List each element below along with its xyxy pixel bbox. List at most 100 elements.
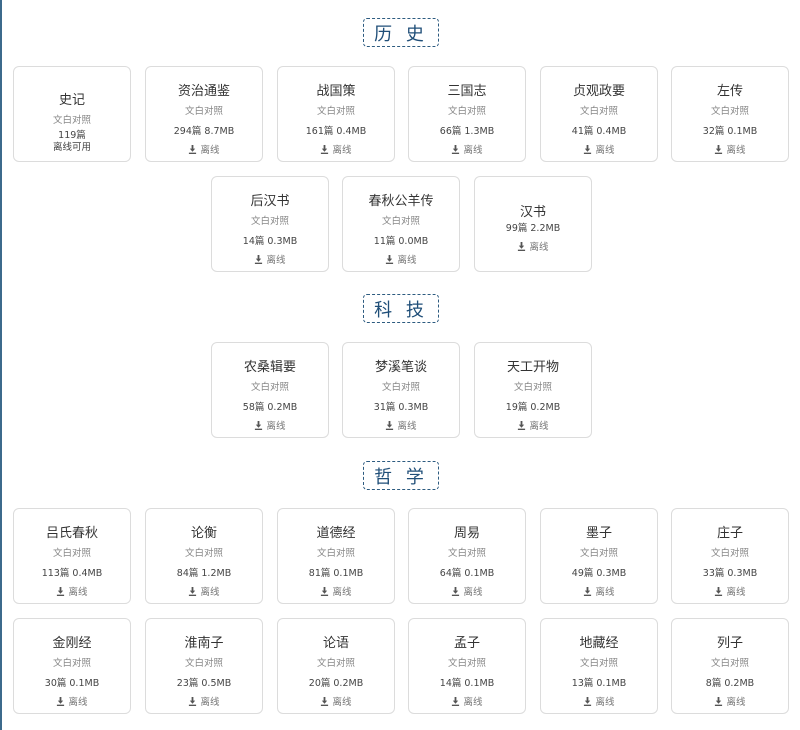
offline-download-button[interactable]: 离线 — [212, 418, 328, 432]
offline-label: 离线 — [200, 587, 220, 598]
book-title: 庄子 — [716, 526, 743, 541]
book-card-zhenguanzhengyao[interactable]: 贞观政要 文白对照 41篇 0.4MB 离线 — [540, 66, 658, 162]
offline-download-button[interactable]: 离线 — [541, 584, 657, 598]
book-subtitle: 文白对照 — [447, 658, 486, 669]
offline-label: 离线 — [266, 421, 286, 432]
offline-download-button[interactable]: 离线 — [343, 252, 459, 266]
book-title: 贞观政要 — [572, 84, 625, 99]
offline-download-button[interactable]: 离线 — [475, 418, 591, 432]
book-subtitle: 文白对照 — [710, 106, 749, 117]
book-title: 道德经 — [316, 526, 356, 541]
book-card-zizhitongjian[interactable]: 资治通鉴 文白对照 294篇 8.7MB 离线 — [145, 66, 263, 162]
book-stats: 161篇 0.4MB — [305, 126, 367, 137]
book-title: 左传 — [716, 84, 743, 99]
offline-download-button[interactable]: 离线 — [541, 694, 657, 708]
download-icon — [518, 420, 526, 430]
book-card-mengzi[interactable]: 孟子 文白对照 14篇 0.1MB 离线 — [408, 618, 526, 714]
book-card-chunqiugongyangzhuan[interactable]: 春秋公羊传 文白对照 11篇 0.0MB 离线 — [342, 176, 460, 272]
download-icon — [584, 586, 592, 596]
offline-label: 离线 — [726, 587, 746, 598]
book-card-lvshichunqiu[interactable]: 吕氏春秋 文白对照 113篇 0.4MB 离线 — [13, 508, 131, 604]
offline-download-button[interactable]: 离线 — [409, 142, 525, 156]
offline-download-button[interactable]: 离线 — [475, 239, 591, 253]
offline-download-button[interactable]: 离线 — [146, 142, 262, 156]
book-card-shiji[interactable]: 史记 文白对照 119篇 离线可用 — [13, 66, 131, 162]
offline-download-button[interactable]: 离线 — [672, 694, 788, 708]
book-card-dizangjing[interactable]: 地藏经 文白对照 13篇 0.1MB 离线 — [540, 618, 658, 714]
book-stats: 113篇 0.4MB — [41, 568, 103, 579]
offline-download-button[interactable]: 离线 — [343, 418, 459, 432]
book-card-lunheng[interactable]: 论衡 文白对照 84篇 1.2MB 离线 — [145, 508, 263, 604]
book-title: 后汉书 — [250, 194, 290, 209]
offline-label: 离线 — [332, 587, 352, 598]
book-card-liezi[interactable]: 列子 文白对照 8篇 0.2MB 离线 — [671, 618, 789, 714]
book-subtitle: 文白对照 — [52, 115, 91, 126]
book-card-zhouyi[interactable]: 周易 文白对照 64篇 0.1MB 离线 — [408, 508, 526, 604]
offline-status: 离线可用 — [52, 142, 91, 153]
book-card-zhanguoce[interactable]: 战国策 文白对照 161篇 0.4MB 离线 — [277, 66, 395, 162]
offline-label: 离线 — [529, 242, 549, 253]
book-title: 汉书 — [519, 205, 546, 220]
book-title: 资治通鉴 — [177, 84, 230, 99]
book-card-zuozhuan[interactable]: 左传 文白对照 32篇 0.1MB 离线 — [671, 66, 789, 162]
book-subtitle: 文白对照 — [316, 548, 355, 559]
offline-download-button[interactable]: 离线 — [278, 584, 394, 598]
book-title: 墨子 — [585, 526, 612, 541]
book-subtitle: 文白对照 — [513, 382, 552, 393]
offline-download-button[interactable]: 离线 — [278, 694, 394, 708]
book-card-jingangjing[interactable]: 金刚经 文白对照 30篇 0.1MB 离线 — [13, 618, 131, 714]
download-icon — [321, 586, 329, 596]
offline-download-button[interactable]: 离线 — [541, 142, 657, 156]
book-card-hanshu[interactable]: 汉书 99篇 2.2MB 离线 — [474, 176, 592, 272]
book-stats: 99篇 2.2MB — [505, 223, 561, 234]
offline-download-button[interactable]: 离线 — [672, 142, 788, 156]
book-stats: 13篇 0.1MB — [571, 678, 627, 689]
offline-download-button[interactable]: 离线 — [212, 252, 328, 266]
book-card-mozi[interactable]: 墨子 文白对照 49篇 0.3MB 离线 — [540, 508, 658, 604]
book-stats: 20篇 0.2MB — [308, 678, 364, 689]
book-subtitle: 文白对照 — [381, 216, 420, 227]
offline-download-button[interactable]: 离线 — [409, 584, 525, 598]
book-title: 农桑辑要 — [243, 360, 296, 375]
book-subtitle: 文白对照 — [710, 548, 749, 559]
offline-download-button[interactable]: 离线 — [146, 584, 262, 598]
offline-download-button[interactable]: 离线 — [409, 694, 525, 708]
book-card-zhuangzi[interactable]: 庄子 文白对照 33篇 0.3MB 离线 — [671, 508, 789, 604]
offline-label: 离线 — [68, 587, 88, 598]
book-card-lunyu[interactable]: 论语 文白对照 20篇 0.2MB 离线 — [277, 618, 395, 714]
book-card-nongsangjiyao[interactable]: 农桑辑要 文白对照 58篇 0.2MB 离线 — [211, 342, 329, 438]
book-card-daodejing[interactable]: 道德经 文白对照 81篇 0.1MB 离线 — [277, 508, 395, 604]
download-icon — [386, 420, 394, 430]
book-stats: 30篇 0.1MB — [44, 678, 100, 689]
offline-download-button[interactable]: 离线 — [14, 694, 130, 708]
offline-download-button[interactable]: 离线 — [278, 142, 394, 156]
book-card-mengxibitan[interactable]: 梦溪笔谈 文白对照 31篇 0.3MB 离线 — [342, 342, 460, 438]
book-card-tiangongkaiwu[interactable]: 天工开物 文白对照 19篇 0.2MB 离线 — [474, 342, 592, 438]
offline-label: 离线 — [463, 587, 483, 598]
download-icon — [255, 420, 263, 430]
book-card-sanguozhi[interactable]: 三国志 文白对照 66篇 1.3MB 离线 — [408, 66, 526, 162]
offline-label: 离线 — [595, 587, 615, 598]
offline-label: 离线 — [595, 145, 615, 156]
book-card-huainanzi[interactable]: 淮南子 文白对照 23篇 0.5MB 离线 — [145, 618, 263, 714]
book-subtitle: 文白对照 — [184, 658, 223, 669]
offline-download-button[interactable]: 离线 — [146, 694, 262, 708]
download-icon — [584, 696, 592, 706]
offline-label: 离线 — [266, 255, 286, 266]
offline-label: 离线 — [726, 145, 746, 156]
book-title: 论语 — [322, 636, 349, 651]
download-icon — [452, 696, 460, 706]
book-stats: 41篇 0.4MB — [571, 126, 627, 137]
offline-label: 离线 — [397, 421, 417, 432]
offline-download-button[interactable]: 离线 — [14, 584, 130, 598]
book-stats: 32篇 0.1MB — [702, 126, 758, 137]
offline-label: 离线 — [463, 145, 483, 156]
book-subtitle: 文白对照 — [52, 548, 91, 559]
book-card-houhanshu[interactable]: 后汉书 文白对照 14篇 0.3MB 离线 — [211, 176, 329, 272]
offline-label: 离线 — [68, 697, 88, 708]
download-icon — [715, 586, 723, 596]
book-title: 梦溪笔谈 — [374, 360, 427, 375]
offline-label: 离线 — [595, 697, 615, 708]
book-subtitle: 文白对照 — [250, 382, 289, 393]
offline-download-button[interactable]: 离线 — [672, 584, 788, 598]
